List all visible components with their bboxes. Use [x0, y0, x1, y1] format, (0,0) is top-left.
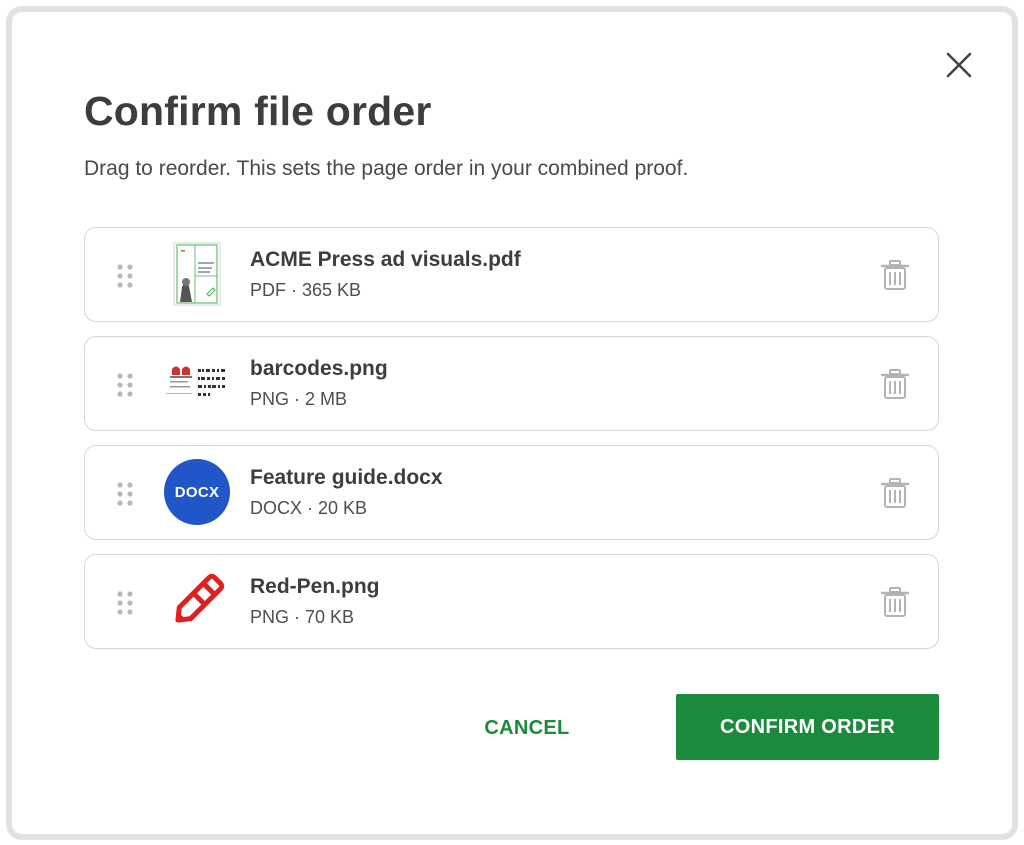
dialog-subtitle: Drag to reorder. This sets the page orde…: [84, 157, 689, 180]
file-list-item[interactable]: DOCX Feature guide.docx DOCX · 20 KB: [84, 445, 939, 540]
confirm-order-button[interactable]: CONFIRM ORDER: [676, 694, 939, 760]
file-order-list: ACME Press ad visuals.pdf PDF · 365 KB b…: [84, 227, 939, 663]
docx-badge: DOCX: [164, 459, 230, 525]
file-meta: PNG · 2 MB: [250, 389, 348, 409]
close-button[interactable]: [940, 46, 978, 84]
barcodes-image-thumbnail: [163, 349, 231, 417]
drag-handle-icon[interactable]: [115, 481, 135, 507]
drag-handle-icon[interactable]: [115, 263, 135, 289]
cancel-button[interactable]: CANCEL: [462, 708, 592, 748]
file-name: ACME Press ad visuals.pdf: [250, 248, 521, 271]
dialog-title: Confirm file order: [84, 88, 432, 134]
file-name: Feature guide.docx: [250, 466, 443, 489]
file-name: Red-Pen.png: [250, 575, 380, 598]
file-list-item[interactable]: Red-Pen.png PNG · 70 KB: [84, 554, 939, 649]
file-name: barcodes.png: [250, 357, 388, 380]
trash-icon[interactable]: [880, 259, 910, 291]
drag-handle-icon[interactable]: [115, 590, 135, 616]
trash-icon[interactable]: [880, 368, 910, 400]
red-pen-image-thumbnail: [163, 567, 231, 635]
file-meta: PDF · 365 KB: [250, 280, 362, 300]
file-list-item[interactable]: ACME Press ad visuals.pdf PDF · 365 KB: [84, 227, 939, 322]
file-meta: PNG · 70 KB: [250, 607, 355, 627]
pdf-page-thumbnail: [163, 240, 231, 308]
file-meta: DOCX · 20 KB: [250, 498, 368, 518]
close-icon: [946, 52, 972, 78]
docx-file-thumbnail: DOCX: [163, 458, 231, 526]
trash-icon[interactable]: [880, 477, 910, 509]
drag-handle-icon[interactable]: [115, 372, 135, 398]
trash-icon[interactable]: [880, 586, 910, 618]
file-list-item[interactable]: barcodes.png PNG · 2 MB: [84, 336, 939, 431]
